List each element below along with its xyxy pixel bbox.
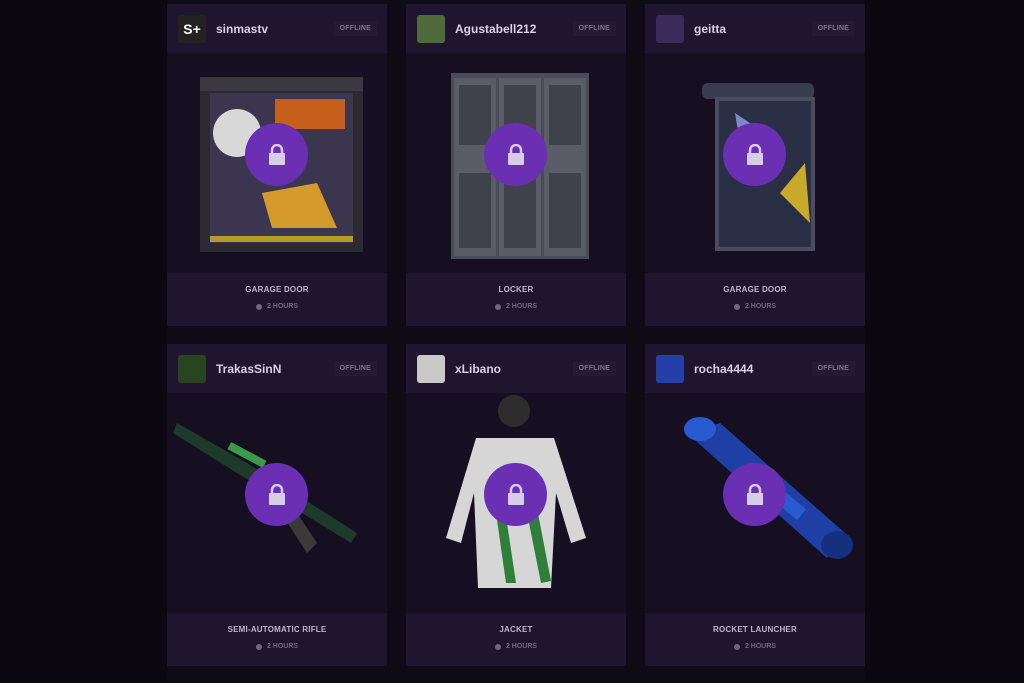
duration-text: 2 HOURS — [505, 303, 538, 310]
clock-icon — [255, 643, 262, 650]
status-badge: OFFLINE — [572, 21, 616, 36]
status-badge: OFFLINE — [811, 21, 855, 36]
unlock-button[interactable] — [245, 123, 308, 186]
drop-duration: 2 HOURS — [167, 643, 387, 650]
streamer-avatar — [656, 14, 684, 43]
drop-duration: 2 HOURS — [406, 643, 626, 650]
drop-duration: 2 HOURS — [167, 303, 387, 310]
drop-card[interactable]: rocha4444 OFFLINE ROCKET LAUNCHER 2 HOUR… — [645, 344, 865, 666]
item-preview — [167, 53, 387, 273]
clock-icon — [494, 643, 501, 650]
right-background — [865, 0, 1024, 683]
item-preview — [167, 393, 387, 613]
item-name: SEMI-AUTOMATIC RIFLE — [227, 625, 327, 634]
streamer-avatar — [417, 354, 445, 383]
streamer-name[interactable]: TrakasSinN — [216, 362, 334, 376]
duration-text: 2 HOURS — [266, 303, 299, 310]
duration-text: 2 HOURS — [744, 643, 777, 650]
duration-text: 2 HOURS — [266, 643, 299, 650]
card-header: xLibano OFFLINE — [406, 344, 626, 393]
avatar-text: S+ — [183, 20, 201, 37]
streamer-avatar — [417, 14, 445, 43]
streamer-avatar — [178, 354, 206, 383]
card-header: geitta OFFLINE — [645, 4, 865, 53]
drops-page: S+ sinmastv OFFLINE GARAGE DOOR 2 HOURS … — [0, 0, 1024, 683]
clock-icon — [733, 303, 740, 310]
unlock-button[interactable] — [245, 463, 308, 526]
streamer-name[interactable]: geitta — [694, 22, 812, 36]
item-preview — [406, 53, 626, 273]
lock-icon — [746, 143, 763, 165]
streamer-name[interactable]: sinmastv — [216, 22, 334, 36]
unlock-button[interactable] — [723, 463, 786, 526]
status-badge: OFFLINE — [333, 361, 377, 376]
lock-icon — [507, 143, 524, 165]
status-badge: OFFLINE — [811, 361, 855, 376]
drop-card[interactable]: geitta OFFLINE GARAGE DOOR 2 HOURS — [645, 4, 865, 326]
card-footer: GARAGE DOOR 2 HOURS — [645, 273, 865, 326]
drop-duration: 2 HOURS — [645, 643, 865, 650]
item-preview — [645, 53, 865, 273]
card-header: rocha4444 OFFLINE — [645, 344, 865, 393]
card-footer: JACKET 2 HOURS — [406, 613, 626, 666]
card-header: Agustabell212 OFFLINE — [406, 4, 626, 53]
card-header: S+ sinmastv OFFLINE — [167, 4, 387, 53]
drop-card[interactable]: S+ sinmastv OFFLINE GARAGE DOOR 2 HOURS — [167, 4, 387, 326]
item-name: LOCKER — [498, 285, 534, 294]
clock-icon — [255, 303, 262, 310]
streamer-name[interactable]: rocha4444 — [694, 362, 812, 376]
card-footer: ROCKET LAUNCHER 2 HOURS — [645, 613, 865, 666]
drop-card[interactable]: xLibano OFFLINE JACKET 2 HOURS — [406, 344, 626, 666]
streamer-avatar — [656, 354, 684, 383]
streamer-name[interactable]: xLibano — [455, 362, 573, 376]
lock-icon — [268, 143, 285, 165]
card-footer: GARAGE DOOR 2 HOURS — [167, 273, 387, 326]
unlock-button[interactable] — [484, 123, 547, 186]
lock-icon — [268, 483, 285, 505]
duration-text: 2 HOURS — [744, 303, 777, 310]
drop-duration: 2 HOURS — [645, 303, 865, 310]
drop-card[interactable]: Agustabell212 OFFLINE LOCKER 2 HOURS — [406, 4, 626, 326]
clock-icon — [733, 643, 740, 650]
duration-text: 2 HOURS — [505, 643, 538, 650]
drop-duration: 2 HOURS — [406, 303, 626, 310]
clock-icon — [494, 303, 501, 310]
item-preview — [406, 393, 626, 613]
lock-icon — [746, 483, 763, 505]
streamer-avatar: S+ — [178, 14, 206, 43]
card-header: TrakasSinN OFFLINE — [167, 344, 387, 393]
drop-card[interactable]: TrakasSinN OFFLINE SEMI-AUTOMATIC RIFLE — [167, 344, 387, 666]
unlock-button[interactable] — [723, 123, 786, 186]
item-name: ROCKET LAUNCHER — [713, 625, 797, 634]
unlock-button[interactable] — [484, 463, 547, 526]
card-footer: SEMI-AUTOMATIC RIFLE 2 HOURS — [167, 613, 387, 666]
card-footer: LOCKER 2 HOURS — [406, 273, 626, 326]
lock-icon — [507, 483, 524, 505]
streamer-name[interactable]: Agustabell212 — [455, 22, 573, 36]
item-name: JACKET — [499, 625, 533, 634]
item-name: GARAGE DOOR — [245, 285, 309, 294]
item-preview — [645, 393, 865, 613]
status-badge: OFFLINE — [333, 21, 377, 36]
item-name: GARAGE DOOR — [723, 285, 787, 294]
drops-grid: S+ sinmastv OFFLINE GARAGE DOOR 2 HOURS … — [167, 4, 865, 666]
left-background — [0, 0, 167, 683]
status-badge: OFFLINE — [572, 361, 616, 376]
